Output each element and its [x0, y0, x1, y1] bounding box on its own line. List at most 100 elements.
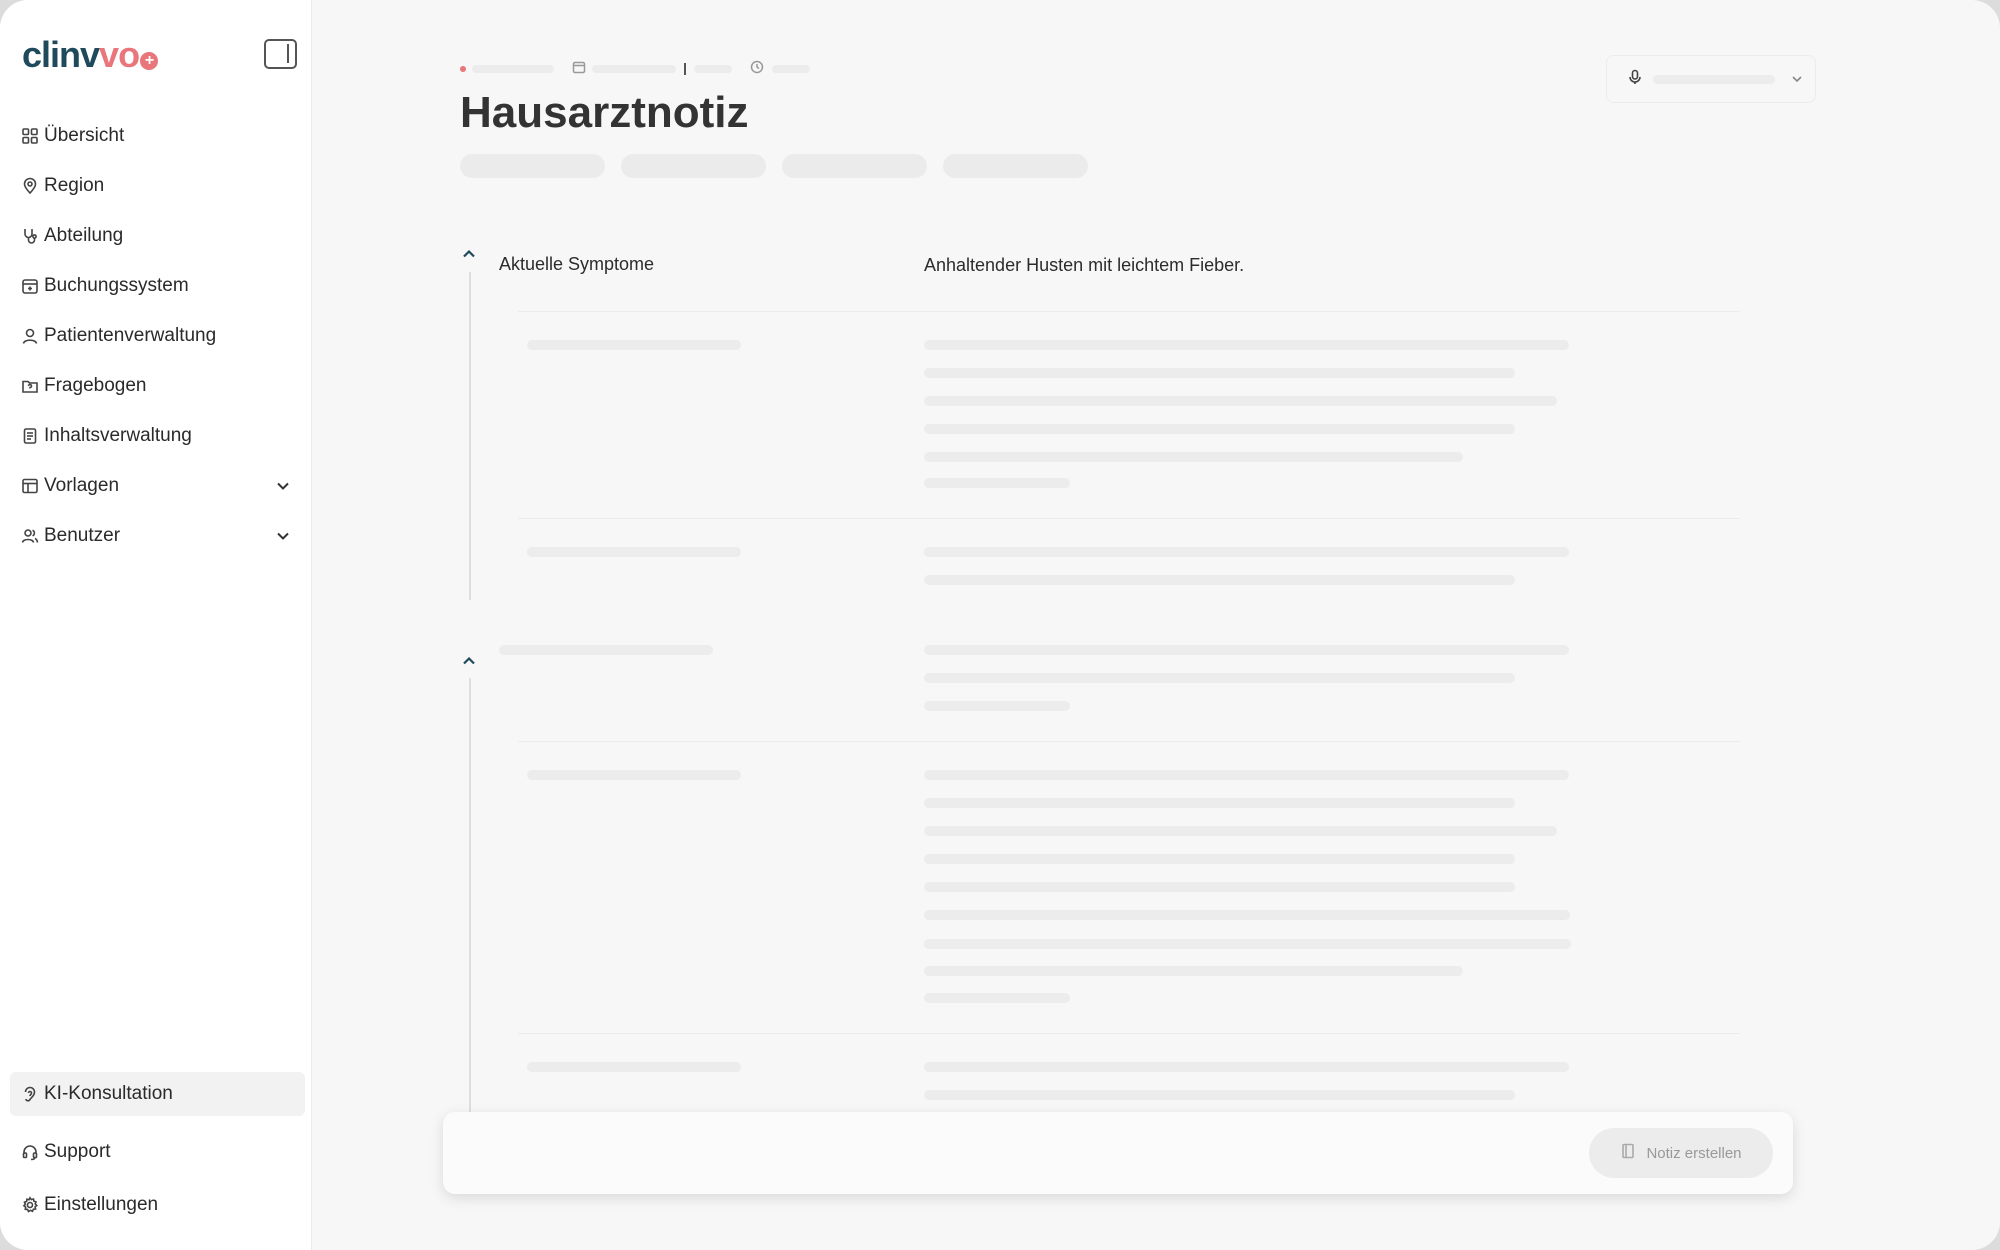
skeleton-pill [621, 154, 766, 178]
divider [518, 1033, 1740, 1034]
separator [684, 63, 686, 75]
skeleton-line [924, 575, 1515, 585]
sidebar-item-buchungssystem[interactable]: Buchungssystem [10, 265, 305, 307]
skeleton-line [924, 939, 1571, 949]
divider [518, 311, 1740, 312]
logo-accent: vo [99, 34, 140, 75]
skeleton-line [924, 1062, 1569, 1072]
tag-pills-loading [460, 154, 1088, 178]
sidebar-item-abteilung[interactable]: Abteilung [10, 215, 305, 257]
microphone-icon [1627, 69, 1643, 90]
sidebar: clinvvo + Übersicht Region Abteilung Buch… [0, 0, 312, 1250]
skeleton-line [924, 798, 1515, 808]
section-label: Aktuelle Symptome [499, 254, 655, 274]
skeleton-line [924, 1090, 1515, 1100]
collapse-section-button[interactable] [459, 244, 479, 264]
sidebar-item-label: KI-Konsultation [44, 1083, 173, 1104]
skeleton-pill [782, 154, 927, 178]
divider [518, 741, 1740, 742]
skeleton-line [924, 452, 1463, 462]
skeleton-label [527, 340, 741, 350]
document-icon [20, 426, 40, 446]
skeleton-line [924, 478, 1070, 488]
ear-icon [20, 1084, 40, 1104]
main-content: Hausarztnotiz Aktuelle Symptome Anhalten… [313, 0, 2000, 1250]
headset-icon [20, 1142, 40, 1162]
notebook-icon [1620, 1143, 1646, 1163]
skeleton-label [527, 1062, 741, 1072]
chevron-down-icon[interactable] [273, 526, 293, 546]
skeleton-line [924, 826, 1557, 836]
skeleton-line [924, 673, 1515, 683]
skeleton-placeholder [1653, 74, 1775, 84]
skeleton-line [924, 340, 1569, 350]
sidebar-item-label: Einstellungen [44, 1194, 159, 1215]
skeleton-label [499, 645, 713, 655]
skeleton-pill [943, 154, 1088, 178]
section-line [469, 678, 471, 1112]
page-title: Hausarztnotiz [460, 88, 749, 137]
chevron-down-icon [1789, 71, 1805, 87]
create-note-button[interactable]: Notiz erstellen [1589, 1128, 1773, 1178]
skeleton-placeholder [772, 65, 810, 73]
sidebar-item-support[interactable]: Support [10, 1131, 305, 1173]
sidebar-item-label: Patientenverwaltung [44, 325, 217, 346]
sidebar-toggle-button[interactable] [264, 39, 297, 69]
logo[interactable]: clinvvo + [22, 34, 159, 76]
skeleton-line [924, 368, 1515, 378]
note-composer-bar: Notiz erstellen [443, 1112, 1793, 1194]
skeleton-line [924, 547, 1569, 557]
skeleton-line [924, 770, 1569, 780]
sidebar-item-fragebogen[interactable]: Fragebogen [10, 365, 305, 407]
sidebar-item-label: Region [44, 175, 105, 196]
sidebar-item-einstellungen[interactable]: Einstellungen [10, 1184, 305, 1226]
skeleton-label [527, 547, 741, 557]
chevron-down-icon[interactable] [273, 476, 293, 496]
note-meta-row [460, 60, 810, 79]
status-dot [460, 66, 466, 72]
microphone-select-button[interactable] [1606, 55, 1816, 103]
skeleton-placeholder [472, 65, 554, 73]
users-icon [20, 526, 40, 546]
create-note-label: Notiz erstellen [1646, 1144, 1742, 1162]
skeleton-pill [460, 154, 605, 178]
calendar-plus-icon [20, 276, 40, 296]
skeleton-line [924, 993, 1070, 1003]
skeleton-line [924, 910, 1570, 920]
collapse-section-button[interactable] [459, 651, 479, 671]
sidebar-item-label: Benutzer [44, 525, 121, 546]
sidebar-item-uebersicht[interactable]: Übersicht [10, 115, 305, 157]
skeleton-line [924, 396, 1557, 406]
sidebar-item-label: Inhaltsverwaltung [44, 425, 192, 446]
skeleton-line [924, 645, 1569, 655]
logo-text: clinv [22, 34, 100, 75]
user-icon [20, 326, 40, 346]
clock-icon [750, 60, 764, 79]
folder-question-icon [20, 376, 40, 396]
sidebar-item-label: Buchungssystem [44, 275, 189, 296]
skeleton-line [924, 966, 1463, 976]
sidebar-item-vorlagen[interactable]: Vorlagen [10, 465, 305, 507]
calendar-icon [572, 60, 586, 79]
section-value: Anhaltender Husten mit leichtem Fieber. [924, 255, 1245, 275]
sidebar-item-label: Vorlagen [44, 475, 120, 496]
sidebar-item-ki-konsultation[interactable]: KI-Konsultation [10, 1072, 305, 1116]
skeleton-placeholder [592, 65, 676, 73]
sidebar-item-region[interactable]: Region [10, 165, 305, 207]
app-window: clinvvo + Übersicht Region Abteilung Buch… [0, 0, 2000, 1250]
skeleton-line [924, 854, 1515, 864]
sidebar-item-label: Abteilung [44, 225, 124, 246]
stethoscope-icon [20, 226, 40, 246]
map-pin-icon [20, 176, 40, 196]
skeleton-line [924, 701, 1070, 711]
sidebar-item-label: Fragebogen [44, 375, 147, 396]
skeleton-placeholder [694, 65, 732, 73]
skeleton-line [924, 424, 1515, 434]
skeleton-line [924, 882, 1515, 892]
sidebar-item-label: Support [44, 1141, 111, 1162]
sidebar-item-inhaltsverwaltung[interactable]: Inhaltsverwaltung [10, 415, 305, 457]
sidebar-item-benutzer[interactable]: Benutzer [10, 515, 305, 557]
sidebar-item-patientenverwaltung[interactable]: Patientenverwaltung [10, 315, 305, 357]
table-icon [20, 476, 40, 496]
logo-plus: + [140, 52, 159, 70]
